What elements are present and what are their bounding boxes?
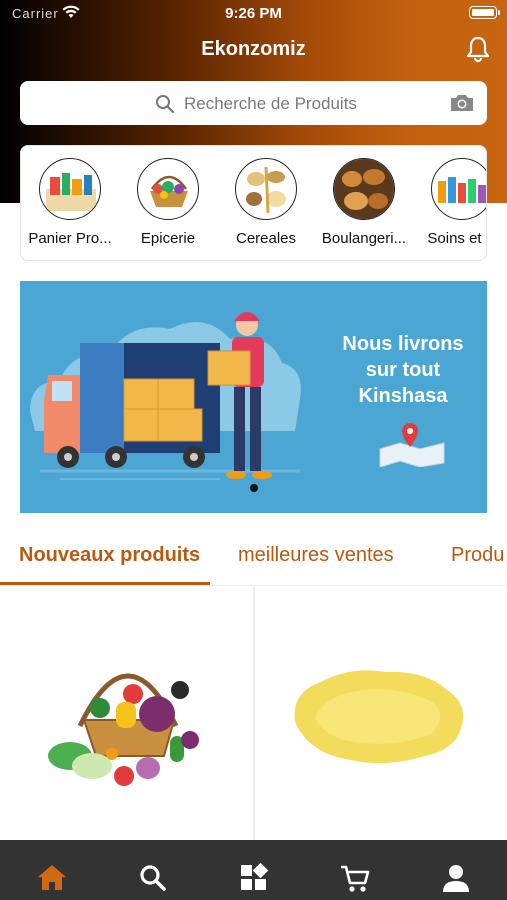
tab-best-sellers[interactable]: meilleures ventes [238,544,394,567]
search-icon [156,95,175,114]
status-bar: Carrier 9:26 PM [0,0,507,28]
category-list: Panier Pro... Epicerie Cereales Boulange… [20,145,487,261]
category-item[interactable]: Boulangeri... [315,158,413,247]
delivery-illustration [30,312,301,480]
tab-products[interactable]: Produ [451,544,504,567]
category-image [39,158,101,220]
banner-text: Nous livrons sur tout Kinshasa [328,331,478,409]
category-item[interactable]: Soins et H [413,158,486,247]
categories-icon[interactable] [238,862,270,894]
home-icon[interactable] [36,862,68,894]
category-label: Soins et H [427,230,486,247]
banner-line-1: Nous livrons [342,333,464,355]
product-tabs: Nouveaux produits meilleures ventes Prod… [0,530,507,586]
category-label: Epicerie [140,230,196,247]
category-image [333,158,395,220]
category-label: Cereales [235,230,297,247]
product-card[interactable] [0,586,254,840]
category-image [137,158,199,220]
bottom-nav [0,840,507,900]
category-label: Panier Pro... [28,230,112,247]
profile-icon[interactable] [440,862,472,894]
banner-line-2: sur tout [365,359,441,381]
status-time: 9:26 PM [225,5,282,22]
product-grid [0,586,507,840]
map-pin-icon [379,423,445,467]
app-title: Ekonzomiz [201,38,306,60]
search-nav-icon[interactable] [137,862,169,894]
tab-new-products[interactable]: Nouveaux produits [19,544,200,567]
product-image-vegetable-basket [48,673,199,786]
category-item[interactable]: Epicerie [119,158,217,247]
cart-icon[interactable] [339,862,371,894]
category-image [431,158,486,220]
product-card[interactable] [254,586,507,840]
bell-icon[interactable] [463,34,493,64]
carousel-indicator[interactable] [250,484,258,492]
category-label: Boulangeri... [321,230,407,247]
search-bar[interactable]: Recherche de Produits [20,81,487,125]
product-image-semolina [294,670,464,764]
battery-icon [469,6,500,19]
banner-line-3: Kinshasa [358,385,448,407]
category-item[interactable]: Panier Pro... [21,158,119,247]
search-placeholder: Recherche de Produits [184,94,357,113]
camera-icon[interactable] [449,93,475,113]
promo-banner[interactable]: Nous livrons sur tout Kinshasa [20,281,487,513]
category-item[interactable]: Cereales [217,158,315,247]
category-image [235,158,297,220]
app-screen: Carrier 9:26 PM Ekonzomiz Recherche de P… [0,0,507,900]
